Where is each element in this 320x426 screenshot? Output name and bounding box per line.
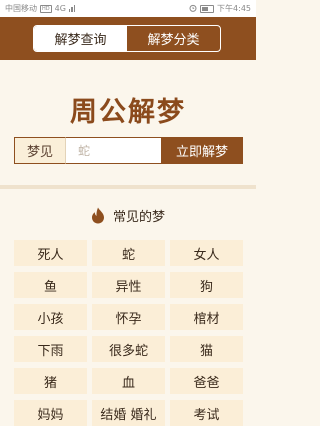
dream-item[interactable]: 棺材 [170, 304, 243, 330]
alarm-icon [189, 4, 197, 14]
dream-item[interactable]: 猪 [14, 368, 87, 394]
tab-dream-search[interactable]: 解梦查询 [34, 26, 127, 51]
tab-dream-categories[interactable]: 解梦分类 [127, 26, 220, 51]
dream-item[interactable]: 血 [92, 368, 165, 394]
dream-item[interactable]: 蛇 [92, 240, 165, 266]
common-dreams-grid: 死人 蛇 女人 鱼 异性 狗 小孩 怀孕 棺材 下雨 很多蛇 猫 猪 血 爸爸 … [14, 240, 243, 426]
status-left: 中国移动 HD 4G [5, 3, 76, 14]
dream-item[interactable]: 鱼 [14, 272, 87, 298]
signal-icon [68, 5, 76, 12]
dream-item[interactable]: 爸爸 [170, 368, 243, 394]
search-button[interactable]: 立即解梦 [161, 137, 243, 164]
dream-item[interactable]: 狗 [170, 272, 243, 298]
dream-item[interactable]: 女人 [170, 240, 243, 266]
search-label: 梦见 [14, 137, 65, 164]
status-right: 下午4:45 [189, 3, 251, 14]
dream-item[interactable]: 下雨 [14, 336, 87, 362]
battery-icon [200, 4, 215, 13]
carrier-name: 中国移动 [5, 4, 37, 13]
dream-item[interactable]: 异性 [92, 272, 165, 298]
network-type: 4G [54, 4, 66, 13]
search-input[interactable] [65, 137, 161, 164]
section-title: 常见的梦 [112, 209, 165, 225]
dream-item[interactable]: 很多蛇 [92, 336, 165, 362]
common-dreams-header: 常见的梦 [0, 205, 256, 225]
dream-item[interactable]: 妈妈 [14, 400, 87, 426]
app-header: 解梦查询 解梦分类 [0, 17, 256, 60]
dream-item[interactable]: 结婚 婚礼 [92, 400, 165, 426]
dream-item[interactable]: 死人 [14, 240, 87, 266]
dream-item[interactable]: 考试 [170, 400, 243, 426]
search-bar: 梦见 立即解梦 [14, 137, 243, 164]
dream-item[interactable]: 小孩 [14, 304, 87, 330]
status-time: 下午4:45 [217, 4, 251, 13]
dream-item[interactable]: 怀孕 [92, 304, 165, 330]
hd-badge: HD [40, 4, 52, 13]
dream-item[interactable]: 猫 [170, 336, 243, 362]
flame-icon [91, 207, 105, 224]
page-title: 周公解梦 [70, 97, 186, 128]
section-divider [0, 185, 256, 189]
tab-switcher: 解梦查询 解梦分类 [33, 25, 221, 52]
status-bar: 中国移动 HD 4G 下午4:45 [0, 0, 256, 17]
